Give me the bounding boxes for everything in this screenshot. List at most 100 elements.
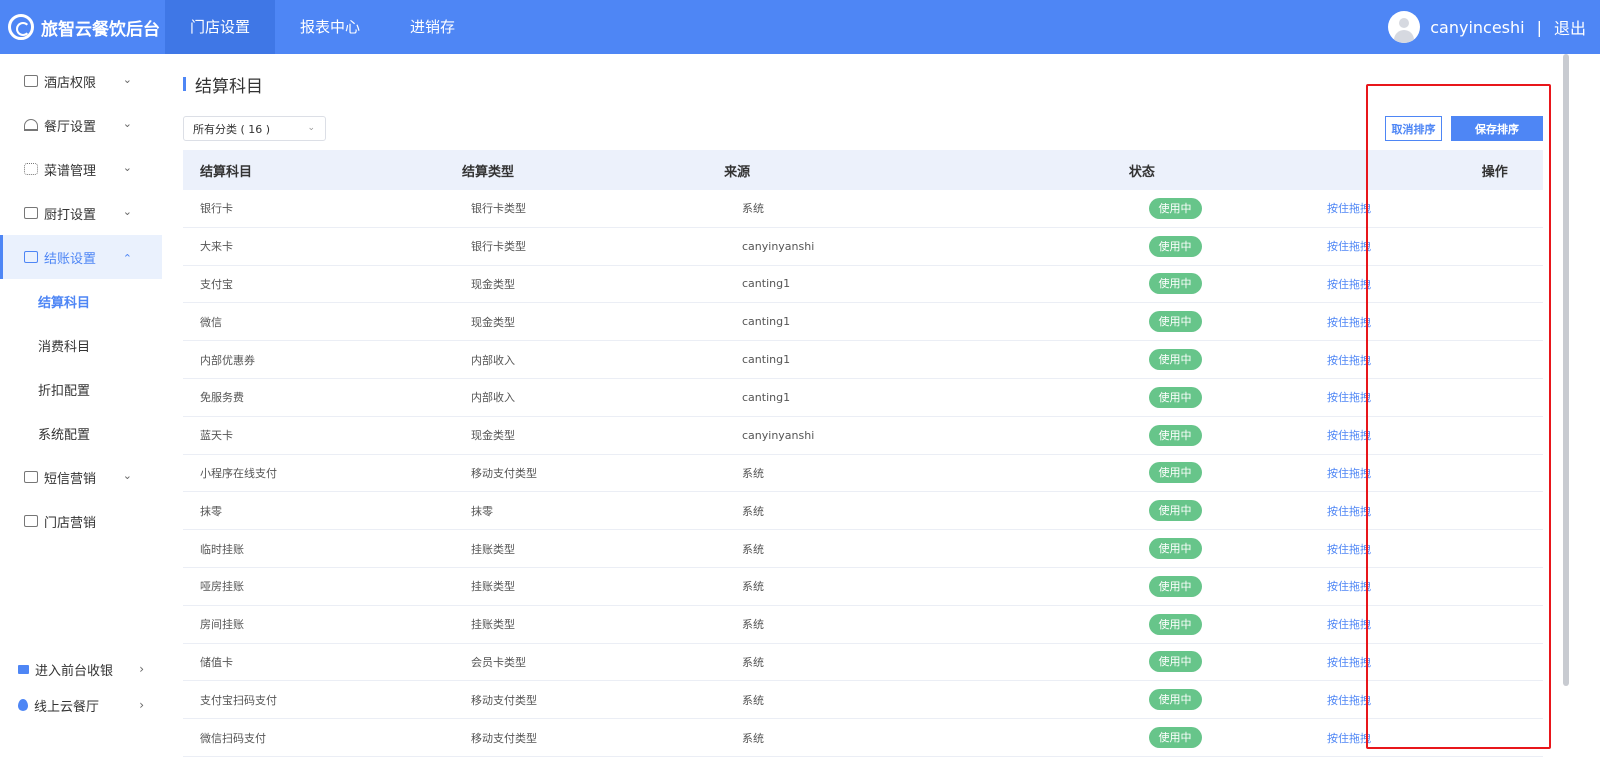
cell-action: 按住拖拽 [1325, 578, 1543, 594]
drag-handle-link[interactable]: 按住拖拽 [1327, 429, 1371, 442]
cell-action: 按住拖拽 [1325, 730, 1543, 746]
sidebar-subitem-system-config[interactable]: 系统配置 [0, 411, 162, 455]
cell-source: canyinyanshi [742, 428, 815, 442]
cancel-sort-button[interactable]: 取消排序 [1385, 116, 1442, 141]
sidebar-item-kitchen-print[interactable]: 厨打设置 ⌄ [0, 191, 162, 235]
cell-type: 移动支付类型 [471, 731, 537, 745]
cell-account: 临时挂账 [200, 542, 244, 556]
chevron-down-icon: ⌄ [122, 161, 132, 174]
drag-handle-link[interactable]: 按住拖拽 [1327, 278, 1371, 291]
cell-account: 免服务费 [200, 391, 244, 405]
table-row[interactable]: 小程序在线支付 移动支付类型 系统 使用中 按住拖拽 [183, 455, 1543, 493]
table-row[interactable]: 哑房挂账 挂账类型 系统 使用中 按住拖拽 [183, 568, 1543, 606]
status-badge: 使用中 [1148, 349, 1202, 371]
sidebar-item-label: 菜谱管理 [44, 163, 97, 179]
topnav-store-settings[interactable]: 门店设置 [165, 0, 276, 54]
drag-handle-link[interactable]: 按住拖拽 [1327, 391, 1371, 404]
table-row[interactable]: 临时挂账 挂账类型 系统 使用中 按住拖拽 [183, 530, 1543, 568]
cell-action: 按住拖拽 [1325, 314, 1543, 330]
cell-type: 挂账类型 [471, 580, 515, 594]
column-header-status: 状态 [1128, 164, 1155, 180]
sidebar-item-label: 餐厅设置 [44, 119, 97, 135]
cell-status: 使用中 [1025, 235, 1325, 257]
drag-handle-link[interactable]: 按住拖拽 [1327, 694, 1371, 707]
cell-type: 移动支付类型 [471, 466, 537, 480]
cell-source: canting1 [742, 315, 791, 329]
table-row[interactable]: 支付宝扫码支付 移动支付类型 系统 使用中 按住拖拽 [183, 681, 1543, 720]
drag-handle-link[interactable]: 按住拖拽 [1327, 240, 1371, 253]
table-row[interactable]: 大来卡 银行卡类型 canyinyanshi 使用中 按住拖拽 [183, 228, 1543, 266]
sidebar-item-menu-management[interactable]: 菜谱管理 ⌄ [0, 147, 162, 191]
drag-handle-link[interactable]: 按住拖拽 [1327, 202, 1371, 215]
cell-status: 使用中 [1025, 689, 1325, 711]
chevron-down-icon: ⌄ [122, 205, 132, 218]
topnav-inventory[interactable]: 进销存 [385, 0, 480, 54]
drag-handle-link[interactable]: 按住拖拽 [1327, 580, 1371, 593]
table-row[interactable]: 支付宝 现金类型 canting1 使用中 按住拖拽 [183, 266, 1543, 304]
status-badge: 使用中 [1148, 311, 1202, 333]
table-row[interactable]: 银行卡 银行卡类型 系统 使用中 按住拖拽 [183, 190, 1543, 228]
sidebar-bottom-label: 线上云餐厅 [34, 699, 100, 715]
status-badge: 使用中 [1148, 500, 1202, 522]
drag-handle-link[interactable]: 按住拖拽 [1327, 505, 1371, 518]
drag-handle-link[interactable]: 按住拖拽 [1327, 543, 1371, 556]
sidebar-item-label: 酒店权限 [44, 75, 97, 91]
sidebar-bottom-front-cashier[interactable]: 进入前台收银 › [0, 651, 162, 687]
table-row[interactable]: 免服务费 内部收入 canting1 使用中 按住拖拽 [183, 379, 1543, 417]
cell-account: 房间挂账 [200, 618, 244, 632]
cell-status: 使用中 [1025, 727, 1325, 749]
column-header-type: 结算类型 [462, 164, 515, 180]
drag-handle-link[interactable]: 按住拖拽 [1327, 354, 1371, 367]
location-pin-icon [18, 699, 28, 711]
cell-account: 内部优惠券 [200, 353, 255, 367]
settlement-table: 结算科目 结算类型 来源 状态 操作 银行卡 银行卡类型 系统 使用中 按住拖拽 大来卡银… [183, 150, 1543, 757]
sidebar-subitem-consumption-accounts[interactable]: 消费科目 [0, 323, 162, 367]
cell-type: 挂账类型 [471, 618, 515, 632]
avatar-head-shape [1399, 18, 1410, 28]
cell-account: 哑房挂账 [200, 580, 244, 594]
cell-status: 使用中 [1025, 462, 1325, 484]
sidebar-item-sms-marketing[interactable]: 短信营销 ⌄ [0, 455, 162, 499]
drag-handle-link[interactable]: 按住拖拽 [1327, 467, 1371, 480]
cell-status: 使用中 [1025, 538, 1325, 560]
sidebar-item-checkout-settings[interactable]: 结账设置 ⌃ [0, 235, 162, 279]
topnav-reports[interactable]: 报表中心 [275, 0, 385, 54]
sidebar-item-hotel-permissions[interactable]: 酒店权限 ⌄ [0, 59, 162, 103]
cell-action: 按住拖拽 [1325, 465, 1543, 481]
table-row[interactable]: 抹零 抹零 系统 使用中 按住拖拽 [183, 492, 1543, 531]
monitor-icon [18, 664, 29, 674]
sidebar-subitem-settlement-accounts[interactable]: 结算科目 [0, 279, 162, 323]
table-row[interactable]: 微信 现金类型 canting1 使用中 按住拖拽 [183, 303, 1543, 342]
cell-account: 支付宝 [200, 277, 233, 291]
avatar[interactable] [1388, 11, 1421, 43]
chevron-up-icon: ⌃ [122, 252, 132, 265]
drag-handle-link[interactable]: 按住拖拽 [1327, 656, 1371, 669]
sidebar-subitem-discount-config[interactable]: 折扣配置 [0, 367, 162, 411]
category-filter-select[interactable]: 所有分类 ( 16 ) ⌄ [183, 116, 326, 141]
logout-link[interactable]: 退出 [1554, 15, 1586, 39]
page-scrollbar[interactable] [1563, 54, 1569, 686]
drag-handle-link[interactable]: 按住拖拽 [1327, 618, 1371, 631]
cell-action: 按住拖拽 [1325, 427, 1543, 443]
chevron-down-icon: ⌄ [122, 117, 132, 130]
cell-account: 储值卡 [200, 655, 233, 669]
main-content: 结算科目 所有分类 ( 16 ) ⌄ 取消排序 保存排序 结算科目 结算类型 来… [162, 54, 1600, 766]
brand-logo[interactable]: 旅智云餐饮后台 [0, 0, 165, 54]
cell-account: 蓝天卡 [200, 429, 233, 443]
cell-action: 按住拖拽 [1325, 238, 1543, 254]
sidebar-bottom-online-restaurant[interactable]: 线上云餐厅 › [0, 687, 162, 723]
table-row[interactable]: 蓝天卡 现金类型 canyinyanshi 使用中 按住拖拽 [183, 417, 1543, 455]
building-icon [24, 75, 38, 87]
drag-handle-link[interactable]: 按住拖拽 [1327, 316, 1371, 329]
cell-status: 使用中 [1025, 386, 1325, 408]
chevron-down-icon: ⌄ [307, 123, 315, 133]
avatar-body-shape [1394, 30, 1415, 43]
table-row[interactable]: 微信扫码支付 移动支付类型 系统 使用中 按住拖拽 [183, 719, 1543, 757]
table-row[interactable]: 房间挂账 挂账类型 系统 使用中 按住拖拽 [183, 606, 1543, 644]
save-sort-button[interactable]: 保存排序 [1451, 116, 1543, 141]
table-row[interactable]: 内部优惠券 内部收入 canting1 使用中 按住拖拽 [183, 341, 1543, 379]
drag-handle-link[interactable]: 按住拖拽 [1327, 732, 1371, 745]
sidebar-item-store-marketing[interactable]: 门店营销 [0, 499, 162, 543]
table-row[interactable]: 储值卡 会员卡类型 系统 使用中 按住拖拽 [183, 644, 1543, 682]
sidebar-item-restaurant-settings[interactable]: 餐厅设置 ⌄ [0, 103, 162, 147]
